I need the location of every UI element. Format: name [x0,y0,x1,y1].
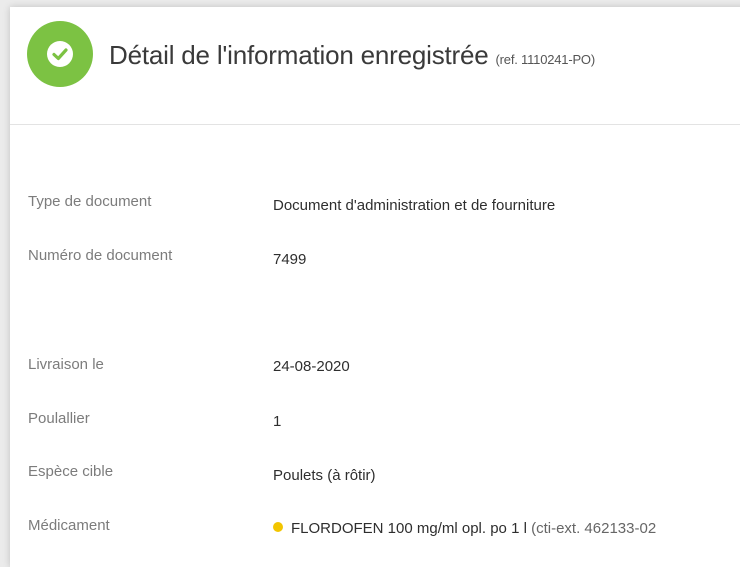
delivery-date-value: 24-08-2020 [273,358,350,375]
delivery-date-label: Livraison le [28,356,104,373]
record-detail-card: Détail de l'information enregistrée (ref… [10,7,740,567]
poultry-house-label: Poulallier [28,410,90,427]
doc-number-label: Numéro de document [28,247,173,264]
target-species-value: Poulets (à rôtir) [273,467,376,484]
target-species-label: Espèce cible [28,463,114,480]
page-title: Détail de l'information enregistrée (ref… [109,40,595,71]
poultry-house-value: 1 [273,413,282,430]
medication-name: FLORDOFEN 100 mg/ml opl. po 1 l [291,520,527,537]
medication-code: (cti-ext. 462133-02 [531,520,657,537]
page-title-text: Détail de l'information enregistrée [109,40,489,70]
check-circle-icon [27,21,93,87]
doc-number-value: 7499 [273,251,307,268]
doc-type-value: Document d'administration et de fournitu… [273,197,556,214]
doc-type-label: Type de document [28,193,152,210]
record-reference: (ref. 1110241-PO) [495,52,596,67]
yellow-dot-icon [273,522,283,532]
medication-value: FLORDOFEN 100 mg/ml opl. po 1 l (cti-ext… [273,520,656,537]
detail-header: Détail de l'information enregistrée (ref… [10,7,740,125]
medication-label: Médicament [28,517,110,534]
